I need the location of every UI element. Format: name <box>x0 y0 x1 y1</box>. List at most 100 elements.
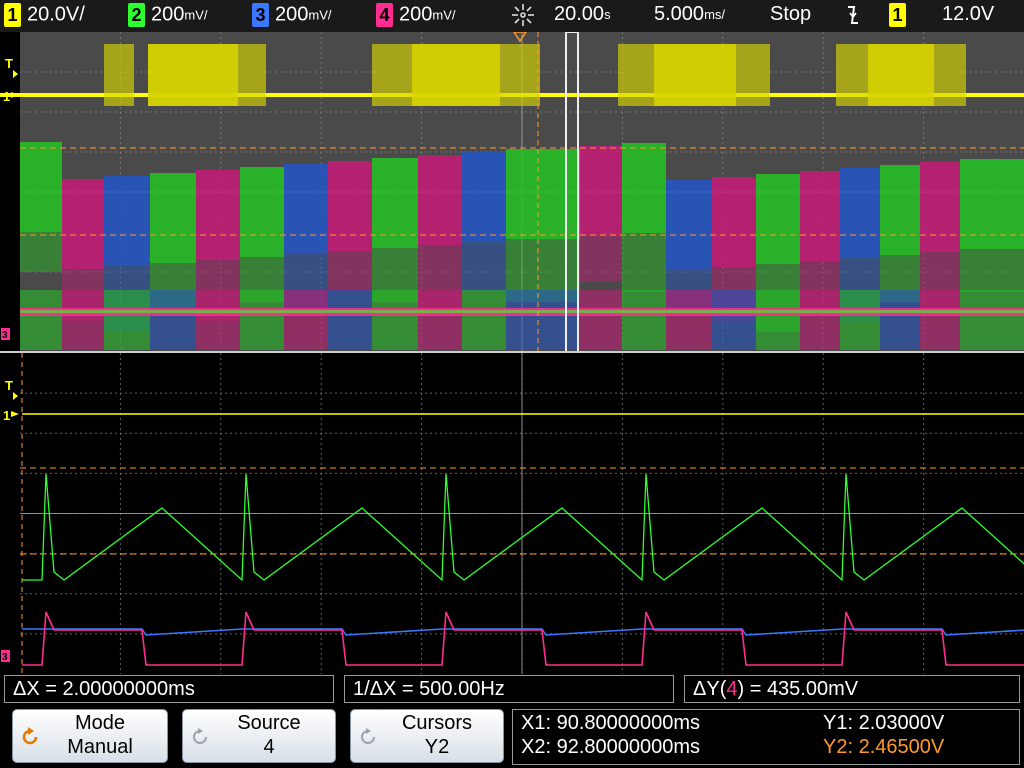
time-delay-unit: s <box>604 7 611 23</box>
status-bar: 1 20.0V/ 2 200mV/ 3 200mV/ 4 200mV/ 20.00s 5… <box>0 0 1024 32</box>
cursor-x1-value: X1: 90.80000000ms <box>521 712 701 734</box>
channel-4-zoom-trace <box>22 611 1024 666</box>
trace-block-low <box>840 290 880 350</box>
trigger-marker-label-main: T <box>5 56 13 71</box>
cursors-softkey[interactable]: Cursors Y2 <box>350 709 504 763</box>
trace-block <box>284 164 328 254</box>
channel-2-main-baseline <box>20 310 1024 313</box>
ground-marker-zoom[interactable]: 3 <box>1 650 10 663</box>
channel-1-marker-label-main: 1 <box>3 89 10 104</box>
trace-block-low <box>880 290 920 350</box>
trace-block <box>150 173 196 263</box>
trace-block <box>800 171 840 261</box>
trace-block-low <box>104 290 150 350</box>
channel-1-burst <box>934 44 966 106</box>
mode-softkey[interactable]: Mode Manual <box>12 709 168 763</box>
trace-block <box>506 149 580 239</box>
time-delay-value: 20.00 <box>554 3 605 26</box>
trace-block <box>880 165 920 255</box>
channel-1-burst <box>736 44 770 106</box>
channel-1-burst <box>238 44 266 106</box>
trigger-level-marker-main[interactable]: T <box>5 56 18 78</box>
channel-3-scale[interactable]: 3 200mV/ <box>252 3 332 27</box>
channel-1-burst <box>500 44 540 106</box>
channel-1-burst <box>836 44 868 106</box>
channel-1-badge: 1 <box>4 3 21 27</box>
channel-1-burst <box>654 44 736 106</box>
channel-1-bursts <box>104 44 966 106</box>
trace-block-low <box>284 290 328 350</box>
ground-marker-label-main: 3 <box>2 330 8 341</box>
channel-1-scale-value: 20.0V/ <box>27 3 85 26</box>
cursor-x2-value: X2: 92.80000000ms <box>521 736 701 758</box>
trace-block <box>20 142 62 232</box>
window-divider <box>0 351 1024 353</box>
trace-block-low <box>920 290 960 350</box>
trace-block-tail <box>328 251 372 292</box>
trigger-level[interactable]: 12.0V <box>942 3 994 26</box>
cursors-softkey-value: Y2 <box>424 736 450 758</box>
ground-marker-label-zoom: 3 <box>2 652 8 663</box>
trace-block-low <box>372 290 418 350</box>
trace-block <box>462 152 506 242</box>
run-state[interactable]: Stop <box>770 3 811 26</box>
trace-block-low <box>328 290 372 350</box>
trace-block-low <box>622 290 666 350</box>
trace-block <box>104 176 150 266</box>
mode-softkey-value: Manual <box>67 736 133 758</box>
acquisition-sparkle-icon <box>510 2 536 34</box>
delta-y-value: ) = 435.00mV <box>737 678 859 700</box>
time-delay[interactable]: 20.00s <box>554 3 611 26</box>
channel-2-scale-value: 200 <box>151 3 185 26</box>
trace-block-low <box>506 290 580 350</box>
inverse-delta-x-readout: 1/ΔX = 500.00Hz <box>344 675 674 703</box>
trace-block-tail <box>580 236 622 282</box>
waveform-display[interactable]: T 1 3 T 1 3 <box>0 31 1024 674</box>
channel-2-scale[interactable]: 2 200mV/ <box>128 3 208 27</box>
trace-block-low <box>62 290 104 350</box>
falling-edge-icon <box>846 4 860 32</box>
cursor-y1-value: Y1: 2.03000V <box>823 712 945 734</box>
timebase-scale-value: 5.000 <box>654 3 705 26</box>
ground-marker-main[interactable]: 3 <box>1 328 10 341</box>
trace-block-tail <box>622 233 666 292</box>
trace-block-low <box>150 290 196 350</box>
trace-block <box>62 179 104 269</box>
trace-block-low <box>712 290 756 350</box>
zoom-window-grid <box>20 353 1024 674</box>
delta-y-channel: 4 <box>726 678 738 700</box>
channel-1-burst <box>372 44 412 106</box>
channel-4-scale[interactable]: 4 200mV/ <box>376 3 456 27</box>
trace-block <box>756 174 800 264</box>
channel-3-badge: 3 <box>252 3 269 27</box>
mode-softkey-label: Mode <box>74 712 126 734</box>
trace-block-low <box>20 290 62 350</box>
trace-block <box>240 167 284 257</box>
trigger-source[interactable]: 1 <box>889 3 912 27</box>
trigger-level-marker-zoom[interactable]: T <box>5 378 18 400</box>
source-softkey-label: Source <box>237 712 301 734</box>
trace-block-low <box>800 290 840 350</box>
source-softkey[interactable]: Source 4 <box>182 709 336 763</box>
trace-block-low <box>240 290 284 350</box>
channel-2-zoom-trace <box>22 473 1024 582</box>
channel-1-scale[interactable]: 1 20.0V/ <box>4 3 85 27</box>
delta-y-prefix: ΔY( <box>693 678 727 700</box>
trace-block <box>418 155 462 245</box>
channel-1-marker-label-zoom: 1 <box>3 408 10 423</box>
channel-1-burst <box>104 44 134 106</box>
timebase-scale[interactable]: 5.000ms/ <box>654 3 725 26</box>
trace-block-low <box>666 290 712 350</box>
channel-1-ground-marker-zoom[interactable]: 1 <box>3 408 19 423</box>
channel-4-scale-value: 200 <box>399 3 433 26</box>
channel-1-burst <box>412 44 500 106</box>
trace-block-low <box>462 290 506 350</box>
trace-block <box>328 161 372 251</box>
delta-x-readout: ΔX = 2.00000000ms <box>4 675 334 703</box>
channel-2-scale-unit: mV/ <box>184 7 208 23</box>
main-window-traces <box>20 142 1024 350</box>
trace-block-tail <box>20 232 62 272</box>
trace-block-tail <box>960 249 1024 292</box>
timebase-scale-unit: ms/ <box>704 7 726 23</box>
trace-block-low <box>196 290 240 350</box>
